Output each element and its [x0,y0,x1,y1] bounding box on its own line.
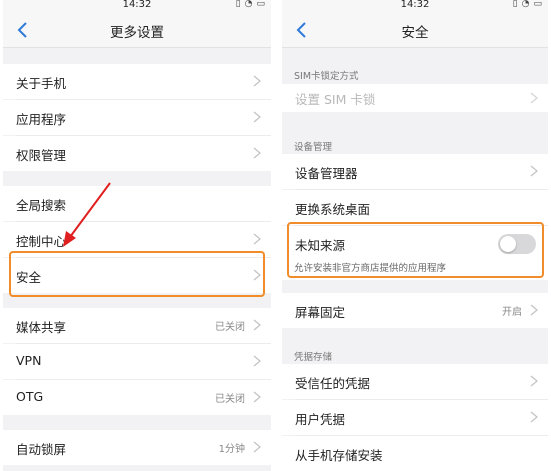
menu-item-label: 媒体共享 [16,320,67,335]
toggle-knob [500,236,516,252]
status-time: 14:32 [400,0,430,10]
menu-item-label: VPN [16,353,42,368]
chevron-right-icon [253,75,261,87]
menu-item-media-sharing[interactable]: 媒体共享 已关闭 [3,308,271,343]
menu-item-label: 关于手机 [16,76,67,91]
sim-icon: ▯ [512,0,518,9]
unknown-sources-description: 允许安装非官方商店提供的应用程序 [294,263,447,274]
chevron-right-icon [530,411,538,423]
menu-item-install-from-storage[interactable]: 从手机存储安装 [282,436,548,471]
menu-item-unknown-sources[interactable]: 未知来源 允许安装非官方商店提供的应用程序 [282,226,548,280]
section-header-sim-lock: SIM卡锁定方式 [294,71,359,82]
menu-item-about-phone[interactable]: 关于手机 [3,64,271,99]
status-time: 14:32 [122,0,152,10]
menu-item-screen-pinning[interactable]: 屏幕固定 开启 [282,293,548,328]
chevron-right-icon [253,441,261,453]
menu-item-applications[interactable]: 应用程序 [3,100,271,135]
menu-item-label: 设备管理器 [295,166,358,181]
menu-item-label: 未知来源 [295,238,346,253]
chevron-right-icon [253,355,261,367]
menu-item-label: 受信任的凭据 [295,376,371,391]
menu-item-security[interactable]: 安全 [3,258,271,293]
menu-item-trusted-credentials[interactable]: 受信任的凭据 [282,364,548,399]
menu-item-label: 权限管理 [16,148,67,163]
status-bar: 14:32 ▯ ◔ ▭ [282,0,548,12]
chevron-right-icon [253,391,261,403]
menu-item-label: 自动锁屏 [16,442,67,457]
navigation-bar: 更多设置 [3,12,271,48]
chevron-right-icon [530,92,538,104]
chevron-right-icon [253,147,261,159]
menu-item-value: 已关闭 [215,394,245,405]
right-phone-screen: 14:32 ▯ ◔ ▭ 安全 SIM卡锁定方式 设置 SIM 卡锁 设备管理 设… [282,0,548,471]
menu-item-label: 应用程序 [16,112,67,127]
menu-item-otg[interactable]: OTG 已关闭 [3,380,271,415]
menu-item-vpn[interactable]: VPN [3,344,271,379]
chevron-right-icon [253,319,261,331]
menu-item-label: 屏幕固定 [295,305,346,320]
chevron-right-icon [253,233,261,245]
menu-item-label: 更换系统桌面 [295,202,371,217]
menu-item-value: 已关闭 [215,322,245,333]
chevron-right-icon [530,375,538,387]
unknown-sources-toggle[interactable] [498,234,536,254]
menu-item-value: 1分钟 [218,444,245,455]
menu-item-user-credentials[interactable]: 用户凭据 [282,400,548,435]
section-header-device-management: 设备管理 [294,142,333,153]
menu-item-label: 安全 [16,270,42,285]
menu-item-set-sim-lock[interactable]: 设置 SIM 卡锁 [282,84,548,112]
menu-item-label: 从手机存储安装 [295,448,383,463]
menu-item-label: 设置 SIM 卡锁 [295,92,376,107]
sim-icon: ▯ [235,0,241,9]
menu-item-value: 开启 [502,307,522,318]
wifi-icon: ◔ [244,0,253,9]
status-bar: 14:32 ▯ ◔ ▭ [3,0,271,12]
status-icons: ▯ ◔ ▭ [236,0,265,9]
menu-item-control-center[interactable]: 控制中心 [3,222,271,257]
chevron-right-icon [530,165,538,177]
menu-item-label: 全局搜索 [16,198,67,213]
chevron-right-icon [253,111,261,123]
chevron-right-icon [530,304,538,316]
chevron-right-icon [253,269,261,281]
status-icons: ▯ ◔ ▭ [513,0,542,9]
battery-icon: ▭ [533,0,542,9]
menu-item-change-launcher[interactable]: 更换系统桌面 [282,190,548,225]
wifi-icon: ◔ [521,0,530,9]
menu-item-label: OTG [16,389,44,404]
menu-item-global-search[interactable]: 全局搜索 [3,186,271,221]
menu-item-label: 控制中心 [16,234,67,249]
page-title: 安全 [401,25,429,41]
menu-item-device-manager[interactable]: 设备管理器 [282,154,548,189]
menu-item-permission-management[interactable]: 权限管理 [3,136,271,171]
battery-icon: ▭ [256,0,265,9]
page-title: 更多设置 [110,25,164,41]
navigation-bar: 安全 [282,12,548,48]
left-phone-screen: 14:32 ▯ ◔ ▭ 更多设置 关于手机 应用程序 权限管理 全局搜索 控制中… [3,0,271,471]
section-header-credential-storage: 凭据存储 [294,352,333,363]
menu-item-label: 用户凭据 [295,412,346,427]
menu-item-auto-lock[interactable]: 自动锁屏 1分钟 [3,430,271,465]
